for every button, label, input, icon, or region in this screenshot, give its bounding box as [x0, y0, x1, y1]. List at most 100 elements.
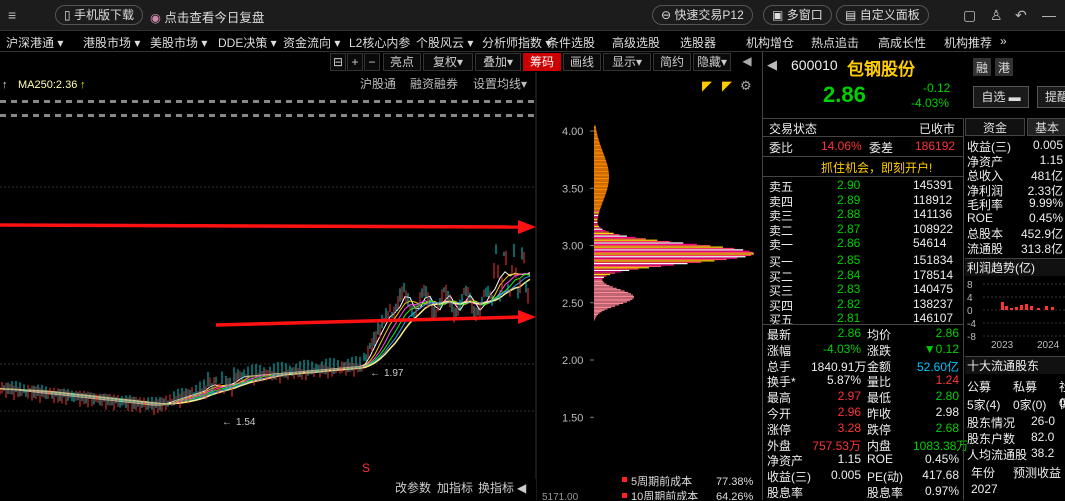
menu-icon[interactable]: ≡ [8, 7, 16, 23]
candlestick-chart[interactable]: ↑ MA250:2.36 ↑ 沪股通 融资融券 设置均线 ▾ ← 1.54 ← … [0, 72, 762, 500]
back-icon[interactable]: ↶ [1015, 7, 1027, 24]
ma-label: MA250:2.36 [18, 79, 77, 91]
flag2-icon[interactable]: ◤ [722, 78, 732, 93]
bid-price[interactable]: 2.85 [837, 253, 860, 267]
menu-more-icon[interactable]: » [1000, 34, 1007, 48]
multi-window-button[interactable]: ▣ 多窗口 [763, 5, 832, 25]
prev-icon[interactable]: ◀ [517, 481, 527, 495]
daily-review-link[interactable]: ◉ 点击查看今日复盘 [150, 7, 264, 26]
mobile-download-label: 手机版下载 [73, 8, 134, 22]
stat-label: 净资产 [767, 454, 804, 469]
event-marker [275, 100, 281, 103]
stat-label: 跌停 [867, 422, 892, 437]
stat-label: 最高 [767, 391, 792, 406]
bid-price[interactable]: 2.82 [837, 297, 860, 311]
flag-icon[interactable]: ◤ [702, 78, 712, 93]
margin-tag[interactable]: 融 [973, 58, 991, 76]
overlay-button[interactable]: 叠加▾ [475, 53, 521, 71]
event-marker [528, 114, 534, 117]
margin-label[interactable]: 融资融券 [410, 76, 458, 91]
hk-connect-label[interactable]: 沪股通 [360, 77, 396, 91]
user-icon[interactable]: ♙ [990, 7, 1003, 24]
stat-value: 2.96 [837, 405, 861, 419]
menu-item-7[interactable]: 分析师指数 ▾ [482, 34, 551, 51]
event-marker [154, 100, 160, 103]
stat-value: 417.68 [922, 468, 959, 483]
event-marker [341, 114, 347, 117]
profit-bar [1001, 302, 1004, 310]
min-price-label: ← [222, 417, 232, 428]
quick-trade-button[interactable]: ⊖ 快速交易P12 [652, 5, 753, 25]
highlight-button[interactable]: 亮点 [383, 53, 421, 71]
hide-button[interactable]: 隐藏▾ [693, 53, 731, 71]
min-price-value: 1.54 [236, 417, 256, 428]
ask-price[interactable]: 2.88 [837, 207, 860, 221]
menu-item-8[interactable]: 条件选股 [547, 34, 595, 51]
tab-fundamentals[interactable]: 基本 [1027, 118, 1065, 136]
watchlist-button[interactable]: 自选 ▬ [973, 86, 1029, 108]
menu-item-13[interactable]: 高成长性 [878, 34, 926, 51]
plus-icon[interactable]: + [347, 53, 363, 71]
event-marker [286, 114, 292, 117]
menu-item-4[interactable]: 资金流向 ▾ [283, 34, 340, 51]
holder-row-value: 38.2 [1031, 446, 1055, 460]
mobile-download-button[interactable]: ▯ 手机版下载 [55, 5, 143, 25]
event-marker [330, 114, 336, 117]
top-holders-title: 十大流通股东 [965, 356, 1065, 374]
menu-item-1[interactable]: 港股市场 ▾ [83, 34, 140, 51]
stat-value: 3.28 [837, 420, 861, 435]
menu-item-12[interactable]: 热点追击 [811, 34, 859, 51]
menu-item-9[interactable]: 高级选股 [612, 34, 660, 51]
bid-price[interactable]: 2.84 [837, 268, 860, 282]
gear-icon[interactable]: ⚙ [740, 78, 752, 93]
ask-price[interactable]: 2.87 [837, 222, 860, 236]
add-indicator-button[interactable]: 加指标 [437, 480, 473, 495]
settings-icon[interactable]: ⊟ [330, 53, 346, 71]
holder-row-value: 26-0 [1031, 414, 1056, 428]
restore-right-button[interactable]: 复权▾ [423, 53, 473, 71]
event-marker [110, 114, 116, 117]
display-button[interactable]: 显示▾ [603, 53, 651, 71]
ask-price[interactable]: 2.90 [837, 178, 860, 192]
stat-value: 5.87% [826, 373, 861, 388]
account-ad-link[interactable]: 抓住机会，即刻开户! [821, 159, 932, 176]
minus-icon[interactable]: − [364, 53, 380, 71]
minimize-icon[interactable]: — [1042, 7, 1056, 23]
cost-legend-value-1: 77.38% [716, 476, 754, 488]
ask-price[interactable]: 2.89 [837, 193, 860, 207]
holder-col-value: 0家(0) [1013, 398, 1047, 412]
event-marker [385, 100, 391, 103]
remind-button[interactable]: 提醒 [1037, 86, 1065, 108]
menu-item-2[interactable]: 美股市场 ▾ [150, 34, 207, 51]
menu-item-0[interactable]: 沪深港通 ▾ [6, 34, 63, 51]
quote-stats: 最新 2.86 均价 2.86 涨幅 -4.03% 涨跌 ▼0.12 总手 1840.91万 金额 5… [763, 326, 968, 500]
edit-param-button[interactable]: 改参数 [395, 480, 431, 495]
chip-distribution-button[interactable]: 筹码 [523, 53, 561, 71]
change-indicator-button[interactable]: 换指标 [478, 480, 514, 495]
draw-line-button[interactable]: 画线 [563, 53, 601, 71]
ma-setting-label[interactable]: 设置均线 [473, 77, 521, 91]
collapse-icon[interactable]: ◀ [733, 53, 761, 71]
bid-price[interactable]: 2.83 [837, 282, 860, 296]
hide-label: 隐藏 [696, 55, 721, 69]
prev-stock-icon[interactable]: ◀ [767, 57, 777, 73]
event-marker [44, 100, 50, 103]
menu-item-10[interactable]: 选股器 [680, 34, 716, 51]
event-marker [275, 114, 281, 117]
menu-item-6[interactable]: 个股风云 ▾ [416, 34, 473, 51]
menu-item-11[interactable]: 机构增仓 [746, 34, 794, 51]
hk-tag[interactable]: 港 [995, 58, 1013, 76]
profit-bar [1020, 305, 1023, 310]
event-marker [330, 100, 336, 103]
custom-panel-button[interactable]: ▤ 自定义面板 [836, 5, 929, 25]
simple-button[interactable]: 简约 [653, 53, 691, 71]
tab-fund-flow[interactable]: 资金 [965, 118, 1025, 136]
cost-legend-label-1: 5周期前成本 [631, 474, 692, 488]
stat-value: 52.60亿 [916, 359, 959, 374]
ask-price[interactable]: 2.86 [837, 236, 860, 250]
menu-item-3[interactable]: DDE决策 ▾ [218, 34, 277, 51]
event-marker [220, 114, 226, 117]
screenshot-icon[interactable]: ▢ [963, 7, 976, 24]
menu-item-5[interactable]: L2核心内参 [349, 34, 410, 51]
menu-item-14[interactable]: 机构推荐 [944, 34, 992, 51]
